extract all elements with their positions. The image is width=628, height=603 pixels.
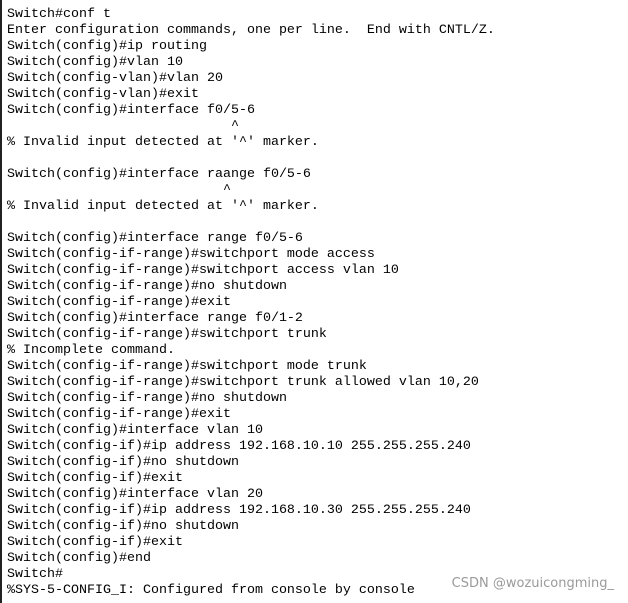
terminal-line: ^ (7, 119, 239, 134)
terminal-line: Switch(config-if-range)#no shutdown (7, 279, 287, 294)
terminal-line: Switch(config-vlan)#exit (7, 87, 199, 102)
terminal-line: Switch(config-if-range)#exit (7, 407, 231, 422)
terminal-line: Switch(config-if)#exit (7, 471, 183, 486)
terminal-line: Switch(config-if-range)#exit (7, 295, 231, 310)
terminal-line: Switch(config)#interface f0/5-6 (7, 103, 255, 118)
terminal-line: Switch# (7, 567, 63, 582)
terminal-line: Switch(config-if)#no shutdown (7, 455, 239, 470)
terminal-line: Switch(config-if-range)#switchport trunk (7, 327, 327, 342)
terminal-line: Switch(config)#vlan 10 (7, 55, 183, 70)
terminal-line: Switch(config-if)#exit (7, 535, 183, 550)
terminal-line: Switch(config-if-range)#switchport mode … (7, 247, 375, 262)
terminal-output: Switch#conf t Enter configuration command… (7, 7, 495, 599)
terminal-line: Switch(config-if)#no shutdown (7, 519, 239, 534)
terminal-line: Switch(config)#ip routing (7, 39, 207, 54)
terminal-line: %SYS-5-CONFIG_I: Configured from console… (7, 583, 415, 598)
terminal-line: Enter configuration commands, one per li… (7, 23, 495, 38)
terminal-line: Switch(config)#interface vlan 10 (7, 423, 263, 438)
terminal-line: Switch(config-if-range)#switchport acces… (7, 263, 399, 278)
terminal-line: Switch(config)#interface vlan 20 (7, 487, 263, 502)
terminal-line: Switch(config)#end (7, 551, 151, 566)
terminal-window[interactable]: Switch#conf t Enter configuration command… (0, 0, 628, 603)
terminal-line: % Invalid input detected at '^' marker. (7, 135, 319, 150)
terminal-line: % Incomplete command. (7, 343, 175, 358)
terminal-line: Switch(config)#interface range f0/1-2 (7, 311, 303, 326)
terminal-line: Switch(config-if)#ip address 192.168.10.… (7, 439, 471, 454)
terminal-line: Switch#conf t (7, 7, 111, 22)
terminal-line: Switch(config-if)#ip address 192.168.10.… (7, 503, 471, 518)
terminal-line: Switch(config-if-range)#no shutdown (7, 391, 287, 406)
terminal-line: Switch(config-if-range)#switchport mode … (7, 359, 367, 374)
terminal-line: Switch(config-vlan)#vlan 20 (7, 71, 223, 86)
terminal-line: Switch(config)#interface raange f0/5-6 (7, 167, 311, 182)
terminal-line: ^ (7, 183, 231, 198)
watermark: CSDN @wozuicongming_ (451, 576, 614, 591)
terminal-line: Switch(config)#interface range f0/5-6 (7, 231, 303, 246)
terminal-line: Switch(config-if-range)#switchport trunk… (7, 375, 479, 390)
terminal-line: % Invalid input detected at '^' marker. (7, 199, 319, 214)
